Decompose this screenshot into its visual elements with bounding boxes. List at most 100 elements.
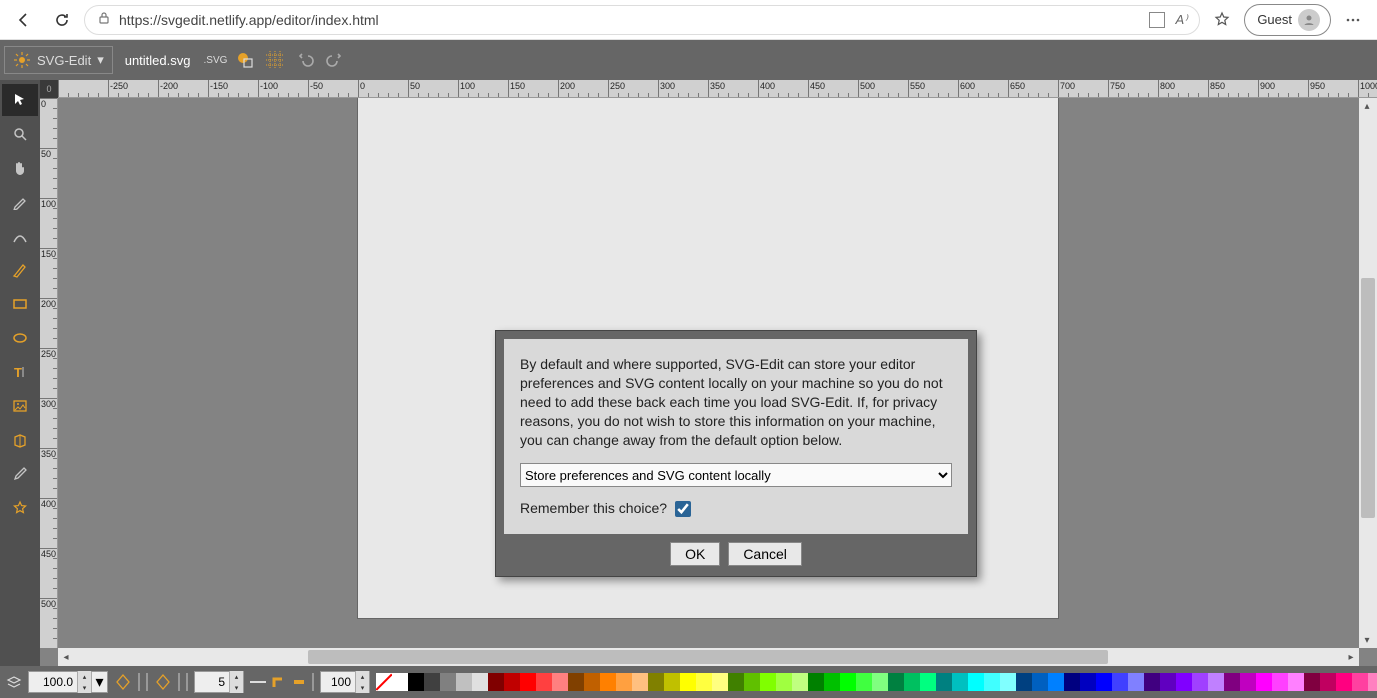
palette-swatch[interactable] — [648, 673, 664, 691]
palette-swatch[interactable] — [904, 673, 920, 691]
opacity-input[interactable] — [321, 675, 355, 689]
pan-tool[interactable] — [2, 152, 38, 184]
rect-tool[interactable] — [2, 288, 38, 320]
palette-swatch[interactable] — [552, 673, 568, 691]
palette-swatch[interactable] — [520, 673, 536, 691]
fill-color-swatch[interactable] — [138, 673, 140, 691]
stroke-color-swatch[interactable] — [178, 673, 180, 691]
palette-swatch[interactable] — [776, 673, 792, 691]
palette-swatch[interactable] — [1304, 673, 1320, 691]
palette-swatch[interactable] — [840, 673, 856, 691]
path-tool[interactable] — [2, 254, 38, 286]
star-tool[interactable] — [2, 492, 38, 524]
shapelib-tool[interactable] — [2, 424, 38, 456]
ok-button[interactable]: OK — [670, 542, 720, 566]
palette-swatch[interactable] — [856, 673, 872, 691]
palette-swatch[interactable] — [1160, 673, 1176, 691]
palette-none-swatch[interactable] — [376, 673, 392, 691]
zoom-tool[interactable] — [2, 118, 38, 150]
main-menu-button[interactable]: SVG-Edit ▾ — [4, 46, 113, 74]
app-square-icon[interactable] — [1149, 12, 1165, 28]
palette-swatch[interactable] — [1144, 673, 1160, 691]
palette-swatch[interactable] — [456, 673, 472, 691]
palette-swatch[interactable] — [744, 673, 760, 691]
palette-swatch[interactable] — [392, 673, 408, 691]
linejoin-button[interactable] — [272, 671, 286, 693]
palette-swatch[interactable] — [616, 673, 632, 691]
zoom-input[interactable] — [29, 675, 77, 689]
palette-swatch[interactable] — [1272, 673, 1288, 691]
stroke-width-spinner[interactable]: ▴▾ — [229, 671, 243, 693]
palette-swatch[interactable] — [424, 673, 440, 691]
palette-swatch[interactable] — [568, 673, 584, 691]
palette-swatch[interactable] — [920, 673, 936, 691]
palette-swatch[interactable] — [1208, 673, 1224, 691]
ruler-origin[interactable]: 0 — [40, 80, 58, 98]
filename-tab[interactable]: untitled.svg — [117, 53, 199, 68]
palette-swatch[interactable] — [712, 673, 728, 691]
address-bar[interactable]: https://svgedit.netlify.app/editor/index… — [84, 5, 1200, 35]
palette-swatch[interactable] — [696, 673, 712, 691]
palette-swatch[interactable] — [1352, 673, 1368, 691]
opacity-control[interactable]: ▴▾ — [320, 671, 370, 693]
palette-swatch[interactable] — [472, 673, 488, 691]
select-tool[interactable] — [2, 84, 38, 116]
eyedropper-tool[interactable] — [2, 458, 38, 490]
undo-button[interactable] — [292, 47, 318, 73]
palette-swatch[interactable] — [1016, 673, 1032, 691]
palette-swatch[interactable] — [1064, 673, 1080, 691]
palette-swatch[interactable] — [888, 673, 904, 691]
remember-checkbox[interactable] — [675, 501, 691, 517]
stroke-width-control[interactable]: ▴▾ — [194, 671, 244, 693]
palette-swatch[interactable] — [488, 673, 504, 691]
fill-secondary-swatch[interactable] — [146, 673, 148, 691]
palette-swatch[interactable] — [1000, 673, 1016, 691]
palette-swatch[interactable] — [936, 673, 952, 691]
palette-swatch[interactable] — [664, 673, 680, 691]
palette-swatch[interactable] — [1112, 673, 1128, 691]
palette-swatch[interactable] — [984, 673, 1000, 691]
palette-swatch[interactable] — [728, 673, 744, 691]
palette-swatch[interactable] — [1256, 673, 1272, 691]
palette-swatch[interactable] — [1176, 673, 1192, 691]
layers-button[interactable] — [6, 671, 22, 693]
freehand-tool[interactable] — [2, 186, 38, 218]
palette-swatch[interactable] — [808, 673, 824, 691]
palette-swatch[interactable] — [792, 673, 808, 691]
more-button[interactable] — [1337, 4, 1369, 36]
palette-swatch[interactable] — [1320, 673, 1336, 691]
image-tool[interactable] — [2, 390, 38, 422]
stroke-secondary-swatch[interactable] — [186, 673, 188, 691]
refresh-button[interactable] — [46, 4, 78, 36]
grid-button[interactable] — [262, 47, 288, 73]
palette-swatch[interactable] — [680, 673, 696, 691]
palette-swatch[interactable] — [760, 673, 776, 691]
palette-swatch[interactable] — [968, 673, 984, 691]
palette-swatch[interactable] — [1048, 673, 1064, 691]
opacity-gradient[interactable] — [312, 673, 314, 691]
palette-swatch[interactable] — [440, 673, 456, 691]
source-button[interactable]: .SVG — [202, 47, 228, 73]
storage-select[interactable]: Store preferences and SVG content locall… — [520, 463, 952, 487]
palette-swatch[interactable] — [1336, 673, 1352, 691]
palette-swatch[interactable] — [1240, 673, 1256, 691]
stroke-width-input[interactable] — [195, 675, 229, 689]
palette-swatch[interactable] — [408, 673, 424, 691]
palette-swatch[interactable] — [872, 673, 888, 691]
palette-swatch[interactable] — [1368, 673, 1377, 691]
palette-swatch[interactable] — [1288, 673, 1304, 691]
wireframe-button[interactable] — [232, 47, 258, 73]
zoom-spinner[interactable]: ▴▾ — [77, 671, 91, 693]
palette-swatch[interactable] — [600, 673, 616, 691]
profile-button[interactable]: Guest — [1244, 4, 1331, 36]
palette-swatch[interactable] — [504, 673, 520, 691]
redo-button[interactable] — [322, 47, 348, 73]
palette-swatch[interactable] — [952, 673, 968, 691]
palette-swatch[interactable] — [824, 673, 840, 691]
cancel-button[interactable]: Cancel — [728, 542, 802, 566]
opacity-spinner[interactable]: ▴▾ — [355, 671, 369, 693]
palette-swatch[interactable] — [1192, 673, 1208, 691]
stroke-style-button[interactable] — [250, 671, 266, 693]
line-tool[interactable] — [2, 220, 38, 252]
linecap-button[interactable] — [292, 671, 306, 693]
